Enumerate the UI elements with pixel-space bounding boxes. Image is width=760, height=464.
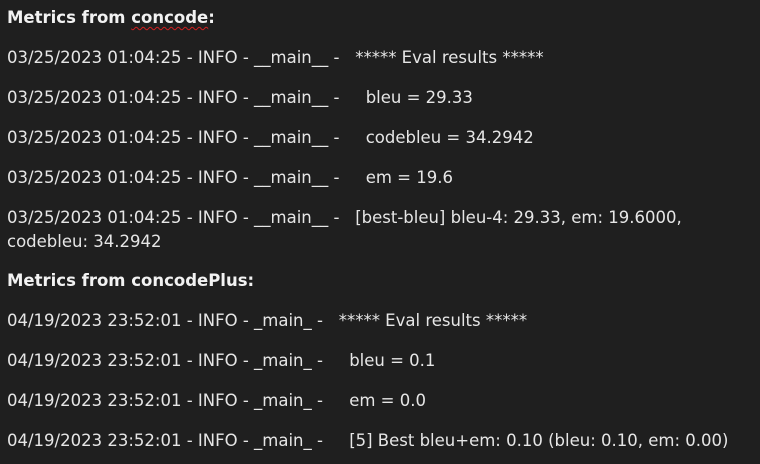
section-heading-concodeplus: Metrics from concodePlus:	[7, 269, 752, 293]
log-message: [best-bleu] bleu-4: 29.33, em: 19.6000,	[355, 208, 682, 227]
log-line: 04/19/2023 23:52:01 - INFO - _main_ - **…	[7, 309, 752, 333]
heading-suffix: :	[247, 271, 255, 290]
log-prefix: 03/25/2023 01:04:25 - INFO - __main__ -	[7, 208, 356, 227]
log-prefix: 04/19/2023 23:52:01 - INFO - _main_ -	[7, 391, 350, 410]
log-message: [5] Best bleu+em: 0.10 (bleu: 0.10, em: …	[349, 431, 729, 450]
log-line: 03/25/2023 01:04:25 - INFO - __main__ - …	[7, 126, 752, 150]
log-message: bleu = 29.33	[365, 88, 473, 107]
log-prefix: 03/25/2023 01:04:25 - INFO - __main__ -	[7, 168, 366, 187]
log-message-continuation: codebleu: 34.2942	[7, 232, 162, 251]
heading-prefix: Metrics from	[7, 8, 132, 27]
log-prefix: 03/25/2023 01:04:25 - INFO - __main__ -	[7, 128, 366, 147]
log-message: em = 19.6	[365, 168, 453, 187]
heading-name: concode	[131, 8, 209, 27]
log-document: Metrics from concode: 03/25/2023 01:04:2…	[0, 0, 760, 464]
log-line: 04/19/2023 23:52:01 - INFO - _main_ - em…	[7, 389, 752, 413]
log-prefix: 04/19/2023 23:52:01 - INFO - _main_ -	[7, 351, 350, 370]
log-message: em = 0.0	[349, 391, 426, 410]
log-message: bleu = 0.1	[349, 351, 436, 370]
log-prefix: 04/19/2023 23:52:01 - INFO - _main_ -	[7, 431, 350, 450]
log-message: codebleu = 34.2942	[365, 128, 534, 147]
log-prefix: 03/25/2023 01:04:25 - INFO - __main__ -	[7, 48, 356, 67]
heading-suffix: :	[208, 8, 215, 27]
log-prefix: 03/25/2023 01:04:25 - INFO - __main__ -	[7, 88, 366, 107]
log-message: ***** Eval results *****	[338, 311, 528, 330]
log-line: 03/25/2023 01:04:25 - INFO - __main__ - …	[7, 166, 752, 190]
log-prefix: 04/19/2023 23:52:01 - INFO - _main_ -	[7, 311, 339, 330]
log-message: ***** Eval results *****	[355, 48, 544, 67]
heading-name: concodePlus	[131, 271, 248, 290]
log-line: 04/19/2023 23:52:01 - INFO - _main_ - bl…	[7, 349, 752, 373]
log-line: 03/25/2023 01:04:25 - INFO - __main__ - …	[7, 86, 752, 110]
log-line-continuation: codebleu: 34.2942	[7, 230, 752, 254]
section-heading-concode: Metrics from concode:	[7, 6, 752, 30]
log-line: 04/19/2023 23:52:01 - INFO - _main_ - [5…	[7, 429, 752, 453]
log-line: 03/25/2023 01:04:25 - INFO - __main__ - …	[7, 206, 752, 230]
heading-prefix: Metrics from	[7, 271, 132, 290]
log-line: 03/25/2023 01:04:25 - INFO - __main__ - …	[7, 46, 752, 70]
